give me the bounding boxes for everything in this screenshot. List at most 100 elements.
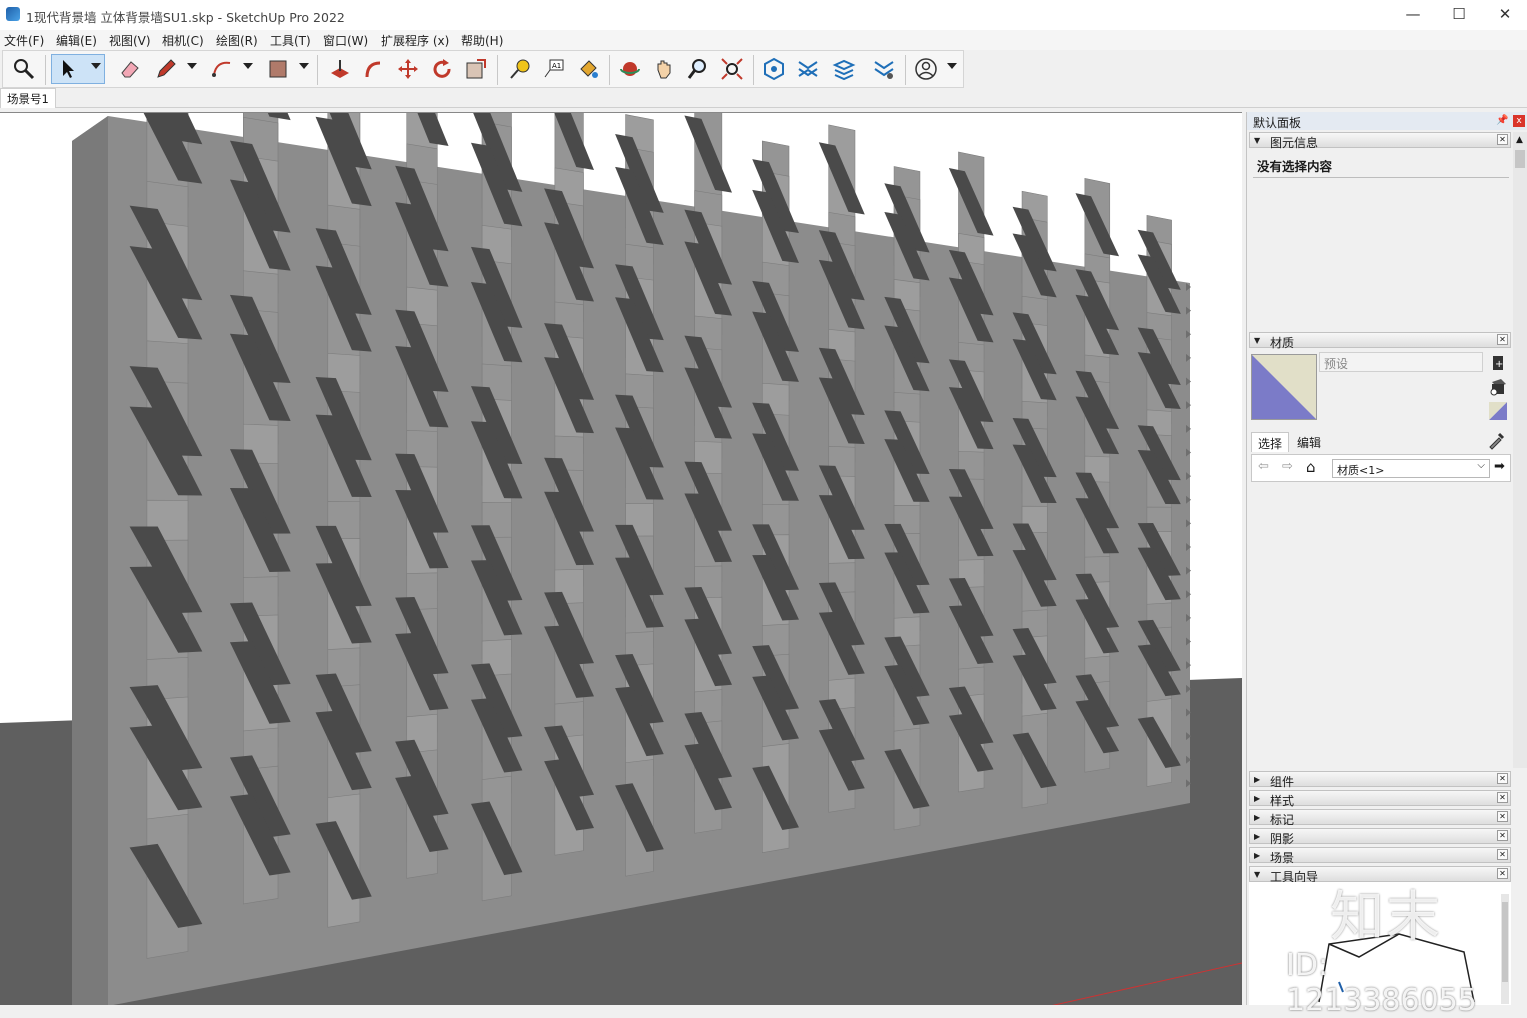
watermark-id: ID: 1213386055 — [1286, 948, 1477, 1018]
menu-draw[interactable]: 绘图(R) — [216, 32, 258, 49]
extension-manager-icon — [874, 61, 894, 79]
eraser-tool[interactable] — [115, 54, 145, 84]
scenes-title: 场景 — [1270, 851, 1295, 865]
menu-tools[interactable]: 工具(T) — [270, 32, 311, 49]
hand-icon — [657, 60, 671, 79]
layout-tool[interactable] — [829, 54, 859, 84]
shadows-header[interactable]: ▶ 阴影 ✕ — [1249, 828, 1511, 846]
rotate-tool[interactable] — [427, 54, 457, 84]
extension-warehouse-tool[interactable] — [793, 54, 823, 84]
user-avatar-icon — [915, 58, 937, 80]
tab-select[interactable]: 选择 — [1251, 432, 1290, 452]
zoom-icon — [687, 59, 706, 79]
panel-close-icon[interactable]: ✕ — [1497, 134, 1508, 145]
text-label-icon: A1 — [544, 59, 564, 78]
warehouse-tool[interactable] — [759, 54, 789, 84]
main-toolbar: A1 — [2, 50, 964, 88]
push-pull-icon — [331, 60, 349, 78]
details-arrow-icon[interactable]: ➡ — [1494, 459, 1505, 474]
zoom-extents-tool[interactable] — [9, 54, 39, 84]
pin-icon[interactable]: 📌 — [1496, 115, 1508, 126]
forward-icon[interactable]: ⇨ — [1282, 459, 1293, 474]
menu-bar: 文件(F) 编辑(E) 视图(V) 相机(C) 绘图(R) 工具(T) 窗口(W… — [0, 30, 1527, 50]
rectangle-tool[interactable] — [263, 54, 293, 84]
home-icon[interactable]: ⌂ — [1306, 458, 1316, 476]
title-bar: 1现代背景墙 立体背景墙SU1.skp - SketchUp Pro 2022 … — [0, 0, 1527, 30]
back-icon[interactable]: ⇦ — [1258, 459, 1269, 474]
tray-title: 默认面板 — [1253, 116, 1302, 130]
styles-header[interactable]: ▶ 样式 ✕ — [1249, 790, 1511, 808]
rotate-icon — [433, 59, 451, 78]
arc-dropdown-icon[interactable] — [243, 63, 253, 69]
line-tool[interactable] — [151, 54, 181, 84]
material-library-select[interactable]: 材质<1> ⌵ — [1332, 459, 1490, 478]
panel-close-icon[interactable]: ✕ — [1497, 792, 1508, 803]
follow-me-tool[interactable] — [359, 54, 389, 84]
material-library-nav: ⇦ ⇨ ⌂ 材质<1> ⌵ ➡ — [1251, 454, 1511, 482]
tape-measure-icon — [510, 59, 530, 79]
scroll-thumb[interactable] — [1515, 150, 1525, 168]
magnifier-icon — [14, 59, 35, 80]
arc-tool[interactable] — [207, 54, 237, 84]
maximize-button[interactable]: ☐ — [1436, 0, 1482, 30]
3d-wall-model — [0, 113, 1242, 1005]
minimize-button[interactable]: — — [1390, 0, 1436, 30]
pan-tool[interactable] — [649, 54, 679, 84]
scenes-header[interactable]: ▶ 场景 ✕ — [1249, 847, 1511, 865]
panel-close-icon[interactable]: ✕ — [1497, 811, 1508, 822]
panel-close-icon[interactable]: ✕ — [1497, 868, 1508, 879]
material-swatch[interactable] — [1251, 354, 1317, 420]
create-material-icon[interactable]: + — [1487, 352, 1509, 374]
orbit-tool[interactable] — [615, 54, 645, 84]
menu-camera[interactable]: 相机(C) — [162, 32, 204, 49]
select-dropdown-icon[interactable] — [91, 63, 101, 69]
menu-window[interactable]: 窗口(W) — [323, 32, 368, 49]
shape-dropdown-icon[interactable] — [299, 63, 309, 69]
scroll-up-icon[interactable]: ▲ — [1516, 135, 1523, 145]
panel-close-icon[interactable]: ✕ — [1497, 334, 1508, 345]
model-viewport[interactable] — [0, 112, 1242, 1005]
account-button[interactable] — [911, 54, 941, 84]
tray-scrollbar[interactable]: ▲ — [1513, 132, 1527, 768]
sample-swatch-icon[interactable] — [1487, 400, 1509, 422]
collapsed-arrow-icon: ▶ — [1254, 851, 1261, 860]
sketchup-app-icon — [6, 7, 20, 21]
tape-measure-tool[interactable] — [505, 54, 535, 84]
arc-icon — [212, 61, 231, 77]
tray-close-button[interactable]: x — [1513, 115, 1525, 127]
close-button[interactable]: ✕ — [1482, 0, 1527, 30]
divider — [1253, 177, 1509, 178]
zoom-extents-tool-2[interactable] — [717, 54, 747, 84]
scale-tool[interactable] — [461, 54, 491, 84]
zoom-tool[interactable] — [683, 54, 713, 84]
menu-help[interactable]: 帮助(H) — [461, 32, 503, 49]
menu-file[interactable]: 文件(F) — [4, 32, 44, 49]
extension-manager-tool[interactable] — [869, 54, 899, 84]
panel-close-icon[interactable]: ✕ — [1497, 773, 1508, 784]
menu-edit[interactable]: 编辑(E) — [56, 32, 97, 49]
push-pull-tool[interactable] — [325, 54, 355, 84]
materials-header[interactable]: ▼ 材质 ✕ — [1249, 332, 1511, 350]
move-tool[interactable] — [393, 54, 423, 84]
tags-header[interactable]: ▶ 标记 ✕ — [1249, 809, 1511, 827]
pencil-icon — [157, 59, 176, 78]
scene-tab-1[interactable]: 场景号1 — [0, 88, 56, 108]
default-material-icon[interactable] — [1487, 376, 1509, 398]
text-tool[interactable]: A1 — [539, 54, 569, 84]
select-tool[interactable] — [51, 54, 105, 84]
svg-text:A1: A1 — [552, 62, 561, 70]
paint-bucket-tool[interactable] — [573, 54, 603, 84]
material-name-input[interactable]: 预设 — [1319, 352, 1483, 372]
components-header[interactable]: ▶ 组件 ✕ — [1249, 771, 1511, 789]
tab-edit[interactable]: 编辑 — [1291, 432, 1327, 452]
panel-close-icon[interactable]: ✕ — [1497, 849, 1508, 860]
svg-text:+: + — [1495, 359, 1503, 370]
eyedropper-icon[interactable] — [1487, 430, 1509, 452]
menu-extensions[interactable]: 扩展程序 (x) — [381, 32, 449, 49]
line-dropdown-icon[interactable] — [187, 63, 197, 69]
shadows-title: 阴影 — [1270, 832, 1295, 846]
entity-info-header[interactable]: ▼ 图元信息 ✕ — [1249, 132, 1511, 150]
panel-close-icon[interactable]: ✕ — [1497, 830, 1508, 841]
menu-view[interactable]: 视图(V) — [109, 32, 151, 49]
account-dropdown-icon[interactable] — [947, 63, 957, 69]
